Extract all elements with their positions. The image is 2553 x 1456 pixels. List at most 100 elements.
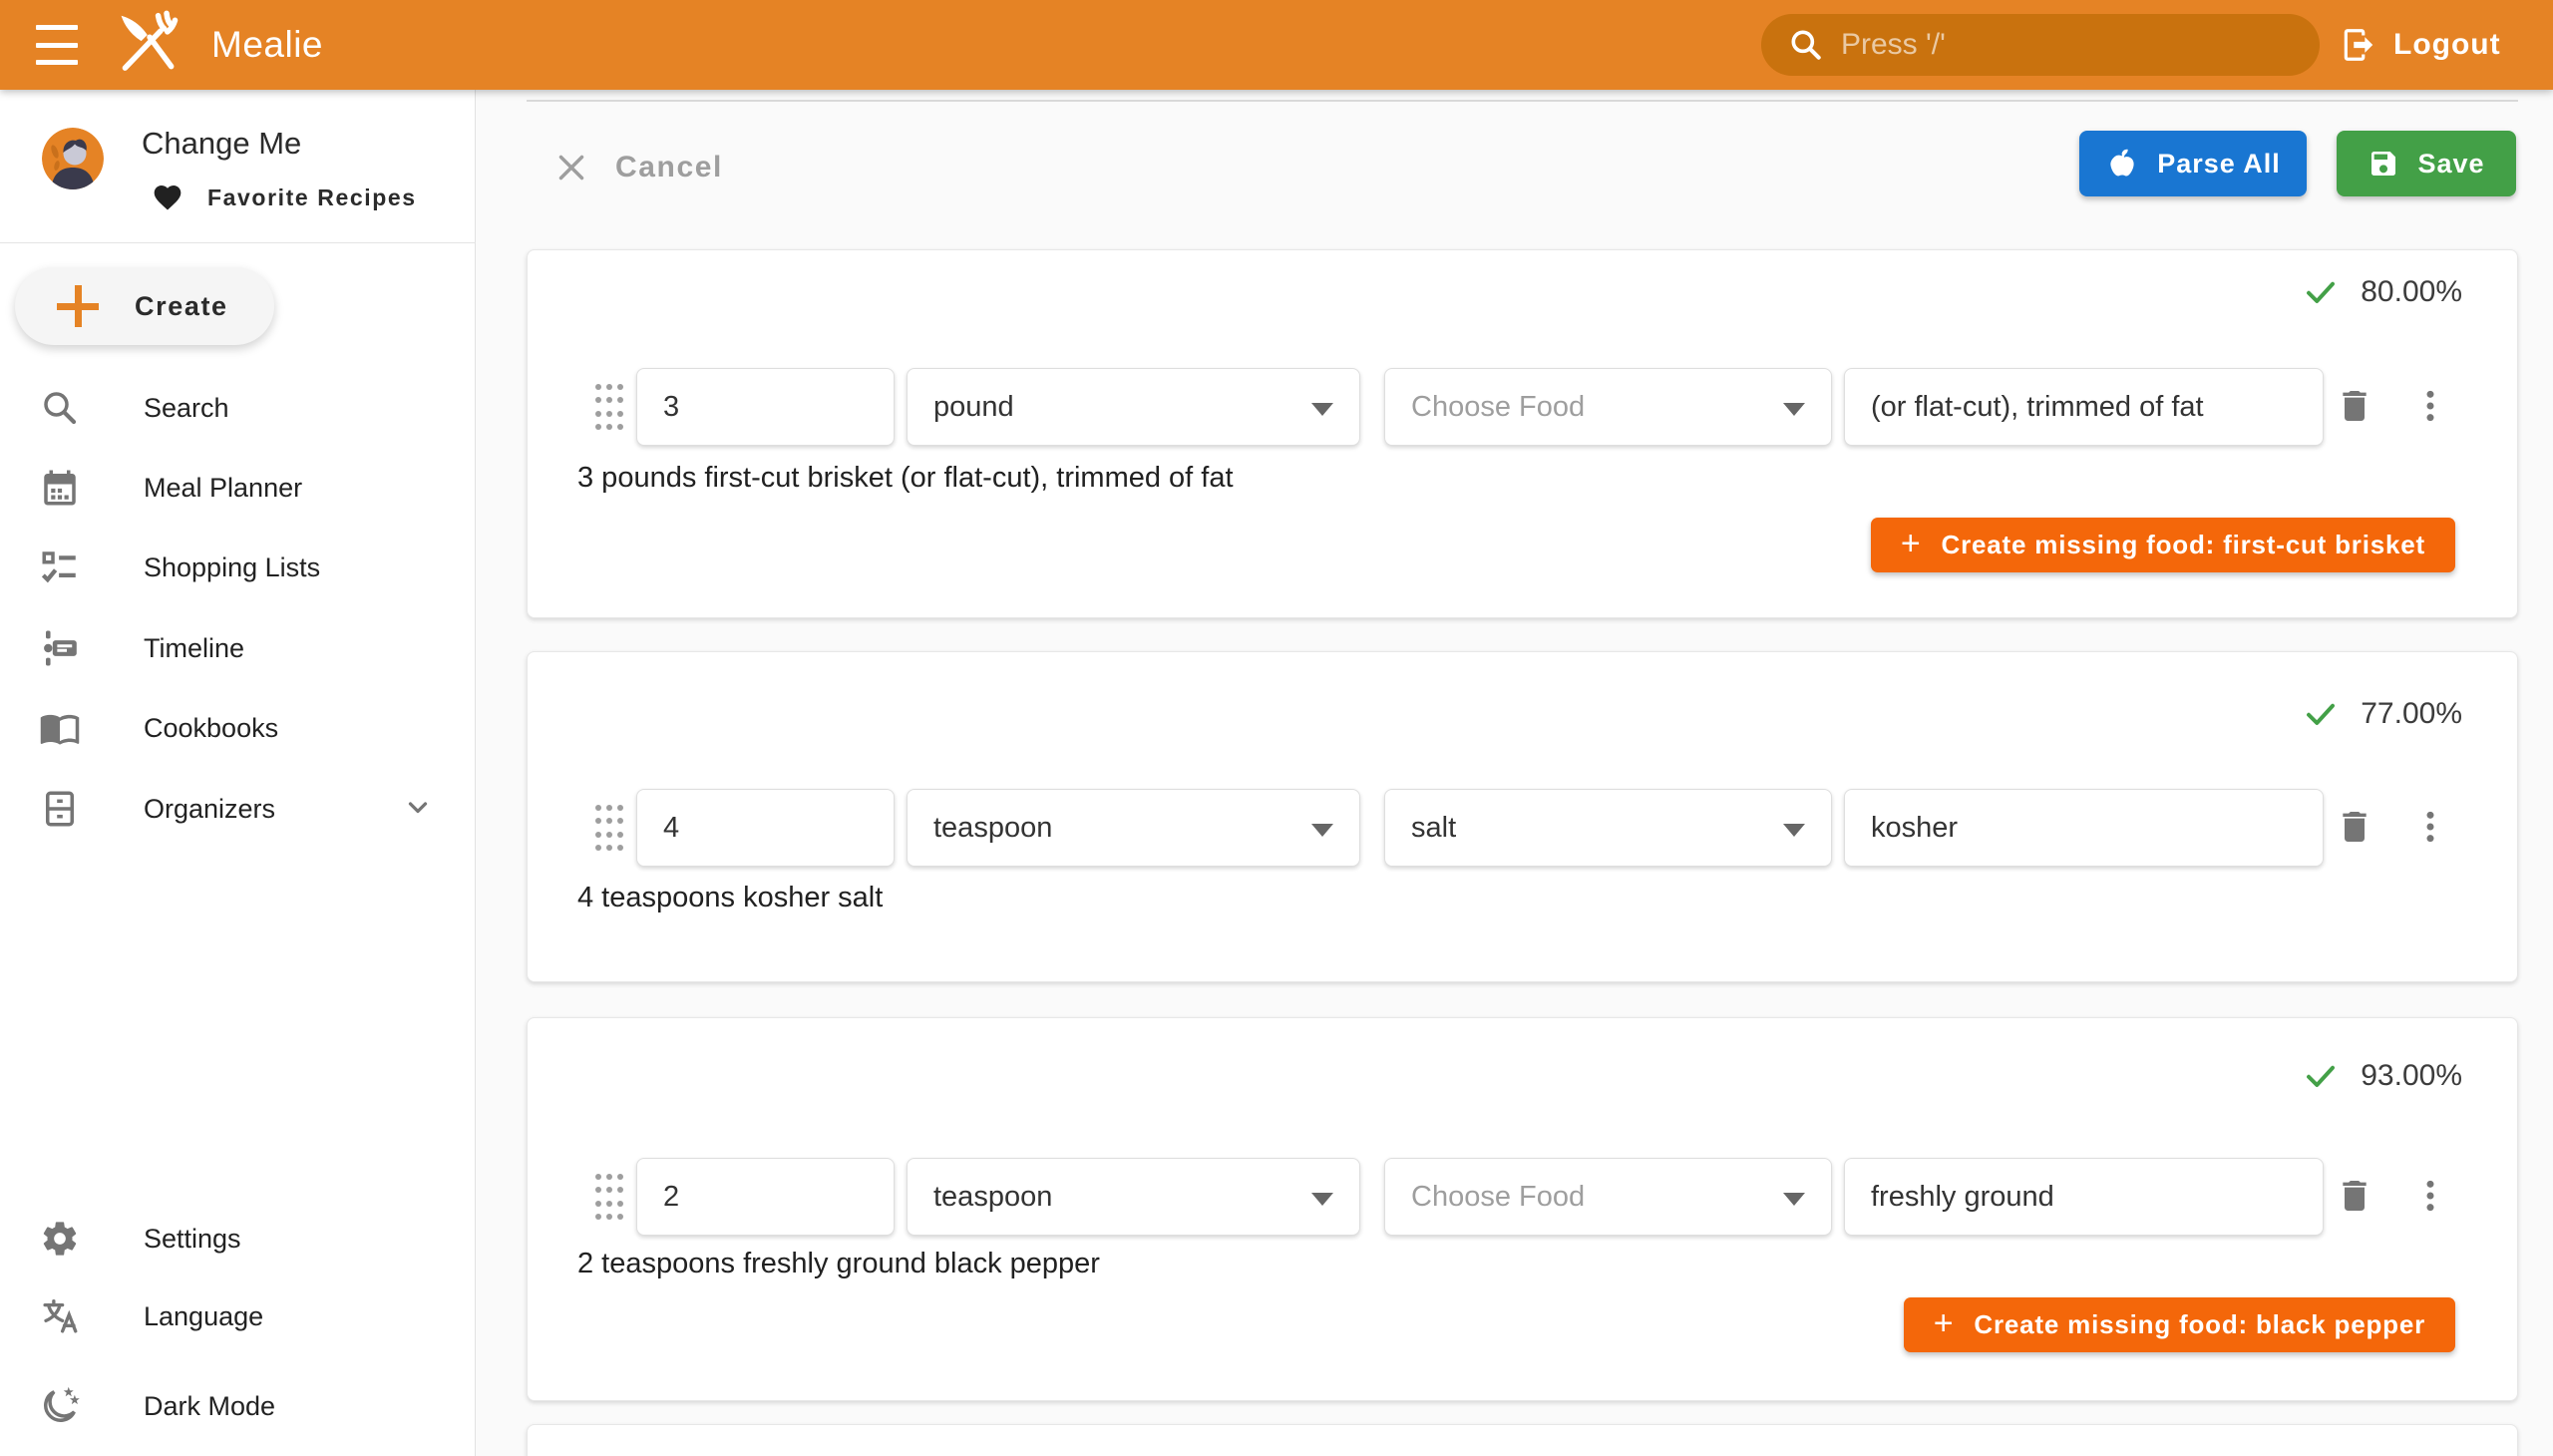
translate-icon — [38, 1294, 82, 1338]
sidebar-divider — [0, 242, 476, 243]
quantity-input[interactable] — [637, 1159, 894, 1235]
sidebar-item-organizers[interactable]: Organizers — [0, 769, 476, 849]
note-input[interactable] — [1845, 790, 2323, 866]
sidebar: Change Me Favorite Recipes Create Search — [0, 90, 476, 1456]
app-title: Mealie — [211, 0, 323, 90]
more-menu-button[interactable] — [2404, 801, 2456, 853]
cabinet-icon — [38, 787, 82, 831]
original-ingredient-text: 4 teaspoons kosher salt — [577, 882, 883, 914]
confidence-value: 93.00% — [2361, 1059, 2462, 1093]
ingredient-card: 93.00% 2 teaspoons freshly ground black … — [527, 1017, 2518, 1401]
book-open-icon — [38, 706, 82, 750]
check-icon — [2303, 696, 2339, 732]
mealie-app: Mealie Logout Change — [0, 0, 2553, 1456]
unit-select[interactable] — [908, 369, 1359, 445]
search-bar[interactable] — [1761, 14, 2320, 76]
create-button[interactable]: Create — [15, 267, 274, 345]
check-icon — [2303, 1058, 2339, 1094]
quantity-input[interactable] — [637, 790, 894, 866]
drag-handle[interactable] — [589, 382, 629, 432]
cancel-label: Cancel — [615, 151, 723, 184]
ingredient-fields-row — [528, 789, 2517, 867]
create-missing-food-label: Create missing food: black pepper — [1974, 1309, 2425, 1340]
list-checks-icon — [38, 546, 82, 589]
cancel-button[interactable]: Cancel — [553, 142, 723, 193]
logout-label: Logout — [2393, 28, 2501, 62]
note-input[interactable] — [1845, 1159, 2323, 1235]
search-icon — [1787, 26, 1825, 64]
search-input[interactable] — [1841, 28, 2320, 62]
sidebar-item-label: Language — [144, 1301, 263, 1332]
sidebar-item-label: Shopping Lists — [144, 552, 320, 583]
food-select[interactable] — [1385, 1159, 1831, 1235]
sidebar-item-label: Search — [144, 393, 229, 424]
mealie-logo-icon — [110, 8, 183, 82]
more-menu-button[interactable] — [2404, 380, 2456, 432]
unit-select[interactable] — [908, 1159, 1359, 1235]
drag-handle[interactable] — [589, 1172, 629, 1222]
delete-button[interactable] — [2329, 801, 2380, 853]
app-bar: Mealie Logout — [0, 0, 2553, 90]
trash-icon — [2335, 1176, 2374, 1216]
ingredient-card: 77.00% 4 teaspoons kosher salt — [527, 651, 2518, 982]
create-missing-food-button[interactable]: + Create missing food: first-cut brisket — [1871, 518, 2455, 572]
moon-icon — [38, 1384, 82, 1428]
food-select[interactable] — [1385, 790, 1831, 866]
sidebar-item-search[interactable]: Search — [0, 368, 476, 448]
favorite-recipes-link[interactable]: Favorite Recipes — [152, 182, 417, 213]
ingredient-fields-row — [528, 368, 2517, 446]
create-missing-food-label: Create missing food: first-cut brisket — [1942, 530, 2425, 560]
chevron-down-icon[interactable] — [400, 789, 436, 830]
save-icon — [2368, 148, 2399, 180]
trash-icon — [2335, 807, 2374, 847]
parse-all-label: Parse All — [2157, 149, 2281, 180]
trash-icon — [2335, 386, 2374, 426]
plus-icon: + — [1934, 1306, 1955, 1340]
sidebar-item-shopping-lists[interactable]: Shopping Lists — [0, 528, 476, 607]
quantity-input[interactable] — [637, 369, 894, 445]
sidebar-item-dark-mode[interactable]: Dark Mode — [0, 1366, 476, 1446]
save-button[interactable]: Save — [2337, 131, 2516, 196]
sidebar-item-label: Meal Planner — [144, 473, 302, 504]
sidebar-item-label: Dark Mode — [144, 1391, 275, 1422]
original-ingredient-text: 2 teaspoons freshly ground black pepper — [577, 1248, 1100, 1280]
sidebar-item-cookbooks[interactable]: Cookbooks — [0, 688, 476, 768]
magnify-icon — [38, 386, 82, 430]
dots-vertical-icon — [2410, 1176, 2450, 1216]
apple-icon — [2105, 147, 2139, 181]
create-missing-food-button[interactable]: + Create missing food: black pepper — [1904, 1297, 2455, 1352]
parse-all-button[interactable]: Parse All — [2079, 131, 2307, 196]
delete-button[interactable] — [2329, 1170, 2380, 1222]
note-input[interactable] — [1845, 369, 2323, 445]
main-content: Cancel Parse All Save 80.00% — [476, 90, 2553, 1456]
food-select[interactable] — [1385, 369, 1831, 445]
unit-select[interactable] — [908, 790, 1359, 866]
close-icon — [553, 150, 589, 185]
menu-icon[interactable] — [36, 25, 80, 65]
confidence-badge: 80.00% — [2303, 274, 2462, 310]
scrolled-card-edge — [527, 100, 2518, 102]
sidebar-item-settings[interactable]: Settings — [0, 1199, 476, 1278]
heart-icon — [152, 182, 183, 213]
sidebar-item-meal-planner[interactable]: Meal Planner — [0, 448, 476, 528]
sidebar-item-label: Cookbooks — [144, 713, 278, 744]
plus-icon: + — [1901, 527, 1922, 560]
favorite-recipes-label: Favorite Recipes — [207, 184, 417, 211]
avatar[interactable] — [42, 128, 104, 189]
user-name: Change Me — [142, 126, 301, 162]
more-menu-button[interactable] — [2404, 1170, 2456, 1222]
original-ingredient-text: 3 pounds first-cut brisket (or flat-cut)… — [577, 462, 1234, 495]
confidence-value: 80.00% — [2361, 275, 2462, 309]
sidebar-item-label: Timeline — [144, 633, 244, 664]
ingredient-card-partial — [527, 1424, 2518, 1456]
delete-button[interactable] — [2329, 380, 2380, 432]
logout-icon — [2340, 26, 2377, 64]
ingredient-fields-row — [528, 1158, 2517, 1236]
plus-icon — [57, 285, 99, 327]
logout-button[interactable]: Logout — [2340, 0, 2501, 90]
sidebar-item-label: Organizers — [144, 794, 275, 825]
gear-icon — [38, 1217, 82, 1261]
sidebar-item-language[interactable]: Language — [0, 1276, 476, 1356]
sidebar-item-timeline[interactable]: Timeline — [0, 608, 476, 688]
drag-handle[interactable] — [589, 803, 629, 853]
